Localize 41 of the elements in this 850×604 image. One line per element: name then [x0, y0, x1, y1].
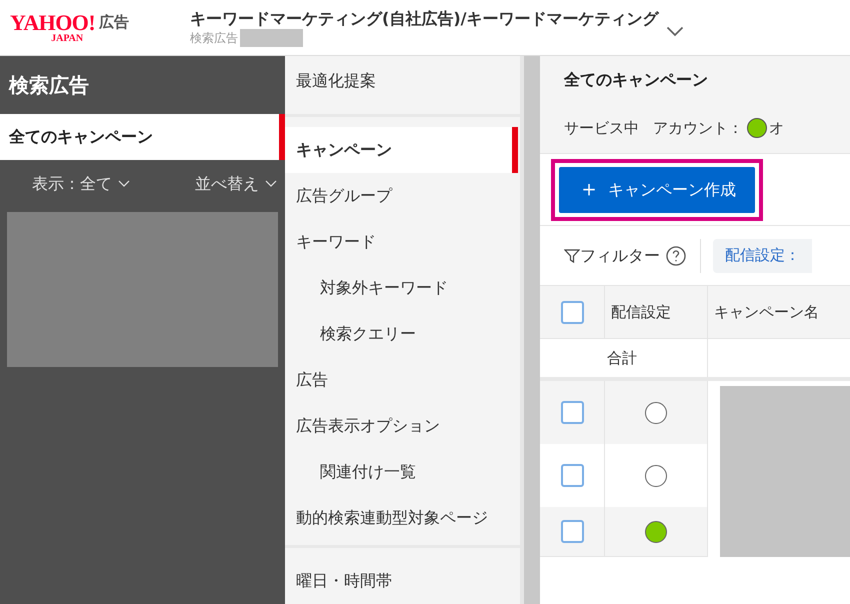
delivery-status-indicator[interactable] — [645, 464, 667, 486]
row-checkbox[interactable] — [560, 520, 584, 543]
column-header[interactable]: 配信設定 — [605, 286, 708, 338]
delivery-status-indicator[interactable] — [645, 402, 667, 424]
scrollbar[interactable] — [520, 56, 540, 604]
account-label: アカウント： — [653, 118, 743, 139]
service-status: サービス中 — [564, 118, 639, 139]
nav-item[interactable]: 広告表示オプション — [285, 403, 512, 449]
nav-item[interactable]: 最適化提案 — [285, 58, 512, 104]
create-campaign-button[interactable]: ＋ キャンペーン作成 — [559, 166, 755, 212]
nav-item[interactable]: キーワード — [285, 219, 512, 265]
yahoo-logo[interactable]: YAHOO! JAPAN 広告 — [0, 11, 190, 44]
nav-item[interactable]: 広告 — [285, 357, 512, 403]
sidebar-item[interactable]: 全てのキャンペーン — [0, 114, 285, 160]
select-all-checkbox[interactable] — [560, 300, 584, 324]
total-label: 合計 — [605, 339, 708, 377]
nav-item[interactable]: 曜日・時間帯 — [285, 558, 512, 604]
account-subtitle: 検索広告 — [190, 30, 238, 46]
column-header[interactable]: キャンペーン名 — [708, 286, 850, 338]
nav-item[interactable]: 広告グループ — [285, 173, 512, 219]
help-icon[interactable] — [666, 246, 686, 266]
sidebar-filter-dropdown[interactable]: 並べ替え — [195, 172, 277, 196]
nav-item[interactable]: 対象外キーワード — [285, 265, 512, 311]
nav-item[interactable]: キャンペーン — [285, 127, 518, 173]
filter-chip[interactable]: 配信設定： — [713, 238, 812, 272]
nav-item[interactable]: 動的検索連動型対象ページ — [285, 495, 512, 541]
redacted-block — [240, 28, 303, 46]
filter-button[interactable]: フィルター — [564, 244, 660, 268]
row-checkbox[interactable] — [560, 464, 584, 487]
row-checkbox[interactable] — [560, 401, 584, 424]
nav-item[interactable]: 検索クエリー — [285, 311, 512, 357]
filter-icon — [564, 248, 580, 264]
account-status: オ — [769, 118, 784, 139]
delivery-status-indicator[interactable] — [645, 520, 667, 542]
page-title: 全てのキャンペーン — [564, 69, 709, 91]
chevron-down-icon — [666, 26, 684, 38]
account-dropdown-button[interactable] — [666, 26, 684, 38]
sidebar-filter-dropdown[interactable]: 表示：全て — [32, 172, 130, 196]
account-title: キーワードマーケティング(自社広告)/キーワードマーケティング — [190, 8, 658, 28]
nav-item[interactable]: 関連付け一覧 — [285, 449, 512, 495]
sidebar-title: 検索広告 — [8, 72, 90, 99]
